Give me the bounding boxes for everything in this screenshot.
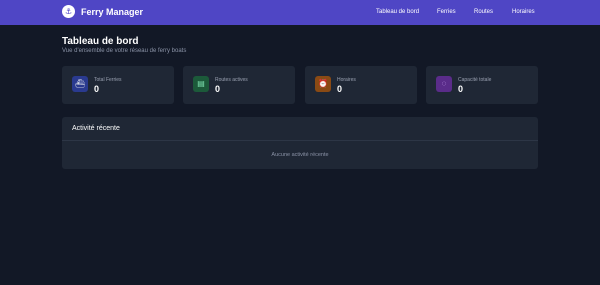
- nav-link-dashboard[interactable]: Tableau de bord: [376, 9, 419, 15]
- stat-card-total-capacity: ◌ Capacité totale 0: [426, 66, 538, 104]
- recent-activity-header: Activité récente: [62, 117, 538, 141]
- nav-link-routes[interactable]: Routes: [474, 9, 493, 15]
- ferry-icon: ⛴: [72, 76, 88, 92]
- stat-value: 0: [94, 84, 100, 94]
- stat-card-active-routes: ▤ Routes actives 0: [183, 66, 295, 104]
- nav-links: Tableau de bord Ferries Routes Horaires: [0, 0, 600, 25]
- users-icon: ◌: [436, 76, 452, 92]
- stat-label: Routes actives: [215, 77, 248, 83]
- page-subtitle: Vue d'ensemble de votre réseau de ferry …: [62, 48, 187, 54]
- recent-activity-panel: Activité récente Aucune activité récente: [62, 117, 538, 169]
- recent-activity-title: Activité récente: [72, 125, 120, 132]
- nav-link-schedules[interactable]: Horaires: [512, 9, 535, 15]
- stat-card-total-ferries: ⛴ Total Ferries 0: [62, 66, 174, 104]
- top-navbar: ⚓ Ferry Manager Tableau de bord Ferries …: [0, 0, 600, 25]
- stat-value: 0: [215, 84, 221, 94]
- route-icon: ▤: [193, 76, 209, 92]
- stat-value: 0: [337, 84, 343, 94]
- stat-label: Total Ferries: [94, 77, 122, 83]
- page-title: Tableau de bord: [62, 36, 139, 47]
- clock-icon: ⏰: [315, 76, 331, 92]
- stat-value: 0: [458, 84, 464, 94]
- nav-link-ferries[interactable]: Ferries: [437, 9, 456, 15]
- stat-label: Horaires: [337, 77, 356, 83]
- recent-activity-empty-message: Aucune activité récente: [271, 152, 329, 158]
- stat-card-schedules: ⏰ Horaires 0: [305, 66, 417, 104]
- stat-label: Capacité totale: [458, 77, 492, 83]
